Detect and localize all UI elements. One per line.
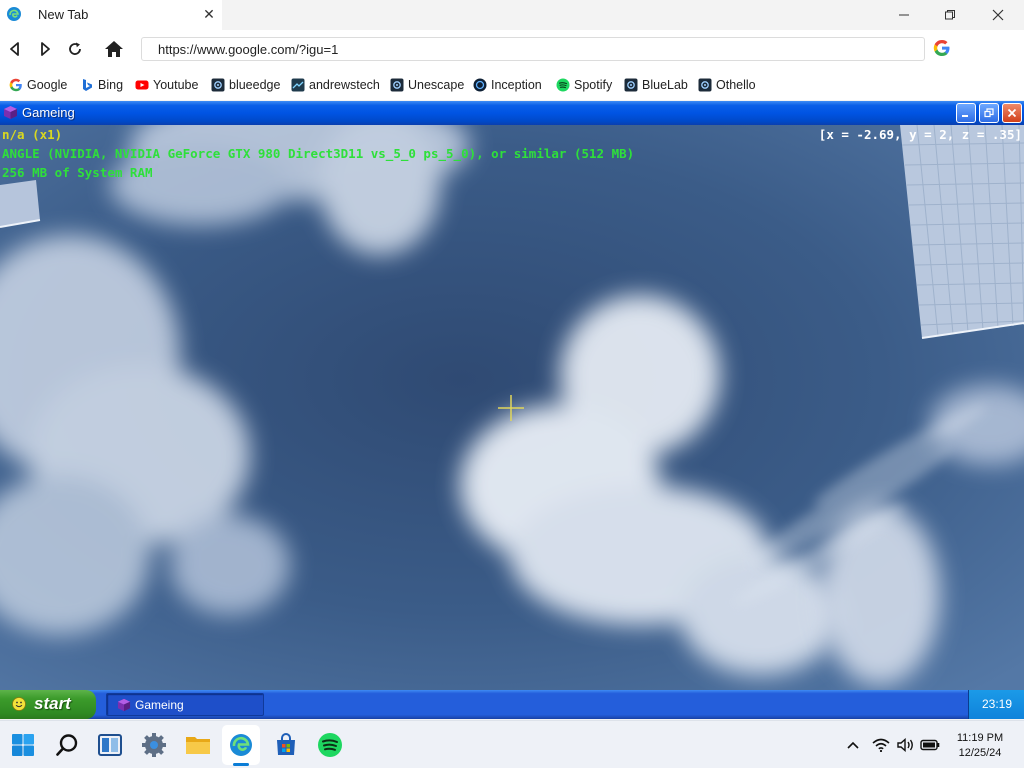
bookmark-label: andrewstech [309, 78, 380, 92]
app-icon [624, 78, 638, 92]
clock-time: 11:19 PM [956, 732, 1004, 744]
bookmark-label: Othello [716, 78, 756, 92]
hud-fps-label: n/a (x1) [2, 127, 63, 142]
bing-icon [83, 79, 92, 91]
bookmark-label: Google [27, 78, 68, 92]
hud-ram-label: 256 MB of System RAM [2, 165, 153, 180]
bookmarks-bar: Google Bing Youtube blueedge andrewstech… [0, 66, 1024, 100]
app-icon [698, 78, 712, 92]
microsoft-store-icon[interactable] [271, 730, 301, 760]
restore-icon [984, 108, 994, 118]
system-clock[interactable]: 11:19 PM 12/25/24 [952, 731, 1008, 761]
taskbar-task-label: Gameing [135, 698, 184, 712]
chevron-up-icon[interactable] [846, 737, 860, 753]
minimize-icon [962, 115, 968, 117]
forward-icon[interactable] [34, 38, 56, 60]
restore-icon[interactable] [926, 0, 974, 30]
bookmark-bing[interactable]: Bing [80, 76, 123, 94]
search-icon[interactable] [52, 730, 82, 760]
back-icon[interactable] [4, 38, 26, 60]
game-cube-icon [4, 106, 17, 119]
bookmark-youtube[interactable]: Youtube [135, 76, 198, 94]
battery-icon[interactable] [920, 737, 940, 753]
clock-date: 12/25/24 [958, 747, 1002, 759]
browser-tab[interactable]: New Tab ✕ [0, 0, 222, 30]
xp-clock: 23:19 [981, 697, 1013, 711]
sky-scene [0, 125, 1024, 690]
reload-icon[interactable] [64, 38, 86, 60]
task-view-icon[interactable] [95, 730, 125, 760]
game-cube-icon [117, 698, 131, 712]
tab-close-icon[interactable]: ✕ [200, 5, 218, 23]
windows-taskbar: 11:19 PM 12/25/24 [0, 720, 1024, 768]
hud-coordinates: [x = -2.69, y = 2, z = .35] [818, 127, 1022, 142]
bookmark-label: Spotify [574, 78, 613, 92]
smiley-icon [12, 697, 26, 711]
bookmark-label: blueedge [229, 78, 281, 92]
bookmark-bluelab[interactable]: BlueLab [624, 76, 688, 94]
minimize-icon[interactable] [880, 0, 928, 30]
hud-gpu-label: ANGLE (NVIDIA, NVIDIA GeForce GTX 980 Di… [2, 146, 635, 161]
game-viewport[interactable]: n/a (x1) ANGLE (NVIDIA, NVIDIA GeForce G… [0, 125, 1024, 690]
tab-title: New Tab [38, 7, 89, 22]
bookmark-inception[interactable]: Inception [473, 76, 542, 94]
game-window-titlebar[interactable]: Gameing [0, 101, 1024, 125]
xp-system-tray: 23:19 [968, 690, 1024, 719]
google-icon [9, 78, 22, 92]
spotify-app-icon[interactable] [315, 730, 345, 760]
bookmark-label: Youtube [153, 78, 199, 92]
home-icon[interactable] [103, 38, 125, 60]
youtube-icon [135, 80, 149, 90]
file-explorer-icon[interactable] [183, 730, 213, 760]
bookmark-label: Inception [491, 78, 542, 92]
google-logo-icon[interactable] [933, 39, 951, 57]
spotify-icon [556, 78, 570, 92]
browser-navbar: https://www.google.com/?igu=1 [0, 30, 1024, 66]
game-restore-button[interactable] [979, 103, 999, 123]
close-window-icon[interactable] [974, 0, 1022, 30]
close-icon [1007, 108, 1017, 118]
bookmark-othello[interactable]: Othello [698, 76, 756, 94]
bookmark-andrewstech[interactable]: andrewstech [291, 76, 380, 94]
address-bar-url: https://www.google.com/?igu=1 [158, 42, 339, 57]
edge-browser-icon[interactable] [226, 730, 256, 760]
wifi-icon[interactable] [872, 737, 890, 753]
settings-gear-icon[interactable] [139, 730, 169, 760]
browser-tab-strip: New Tab ✕ [0, 0, 1024, 30]
bookmark-unescape[interactable]: Unescape [390, 76, 464, 94]
game-window-title: Gameing [22, 105, 75, 120]
bookmark-blueedge[interactable]: blueedge [211, 76, 280, 94]
active-app-indicator [233, 763, 249, 766]
start-button[interactable]: start [0, 690, 96, 719]
start-label: start [34, 694, 71, 713]
game-close-button[interactable] [1002, 103, 1022, 123]
app-icon [291, 78, 305, 92]
screen: New Tab ✕ https://www.google.com/?igu=1 [0, 0, 1024, 768]
xp-taskbar: start Gameing 23:19 [0, 690, 1024, 719]
bookmark-label: Bing [98, 78, 124, 92]
game-minimize-button[interactable] [956, 103, 976, 123]
app-icon [390, 78, 404, 92]
bookmark-label: BlueLab [642, 78, 688, 92]
grid-block-left [0, 180, 41, 228]
edge-icon [7, 7, 21, 21]
bookmark-label: Unescape [408, 78, 465, 92]
taskbar-task-gameing[interactable]: Gameing [106, 693, 264, 716]
app-icon [211, 78, 225, 92]
windows-start-icon[interactable] [8, 730, 38, 760]
address-bar[interactable]: https://www.google.com/?igu=1 [141, 37, 925, 61]
volume-icon[interactable] [896, 737, 916, 753]
bookmark-spotify[interactable]: Spotify [556, 76, 612, 94]
bookmark-google[interactable]: Google [9, 76, 67, 94]
app-icon [473, 78, 487, 92]
